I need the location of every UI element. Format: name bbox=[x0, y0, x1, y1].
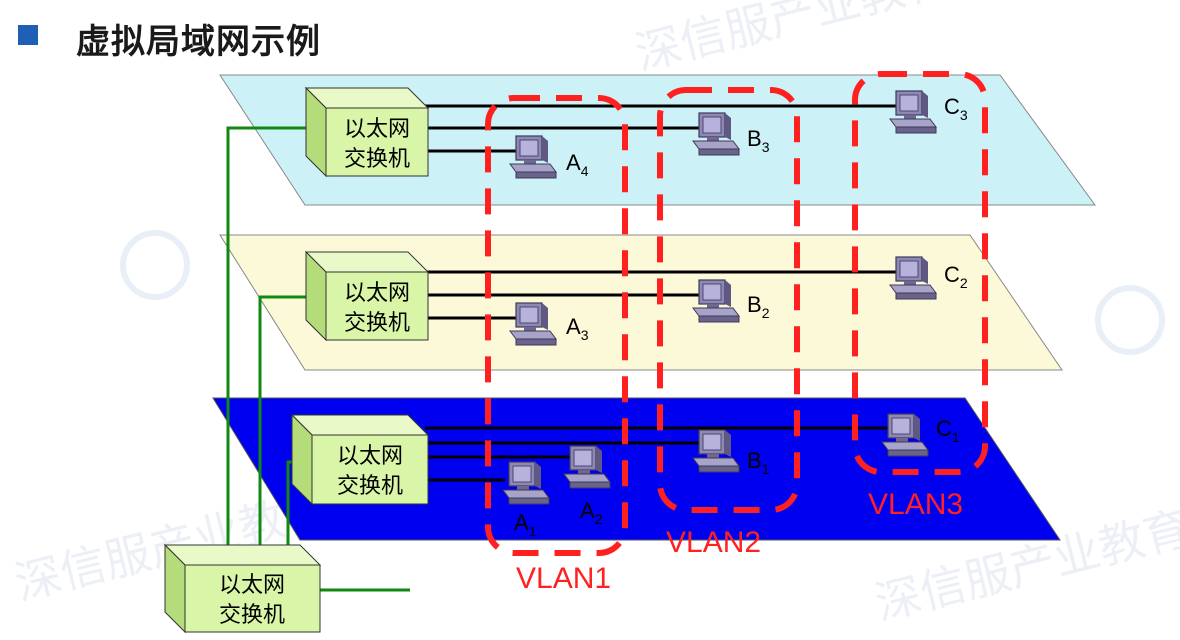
vlan3-label: VLAN3 bbox=[868, 488, 963, 521]
switch-bottom-label-2: 交换机 bbox=[337, 474, 403, 499]
switch-top-label-1: 以太网 bbox=[344, 117, 410, 142]
switch-middle-label-2: 交换机 bbox=[344, 311, 410, 336]
switch-bottom: 以太网 交换机 bbox=[290, 413, 430, 506]
vlan-diagram: 深信服产业教育中心 深信服产业教育中心 深信服产业教育中心 以太网 交换机 以太… bbox=[10, 0, 1180, 634]
switch-middle-label-1: 以太网 bbox=[344, 281, 410, 306]
switch-top-label-2: 交换机 bbox=[344, 147, 410, 172]
switch-core-label-2: 交换机 bbox=[219, 603, 285, 628]
switch-top: 以太网 交换机 bbox=[304, 86, 430, 178]
switch-core: 以太网 交换机 bbox=[163, 543, 322, 634]
switch-core-label-1: 以太网 bbox=[219, 573, 285, 598]
switch-bottom-label-1: 以太网 bbox=[337, 444, 403, 469]
switch-middle: 以太网 交换机 bbox=[304, 250, 430, 342]
vlan1-label: VLAN1 bbox=[516, 562, 611, 595]
svg-text:深信服产业教育中心: 深信服产业教育中心 bbox=[630, 0, 1045, 81]
vlan2-label: VLAN2 bbox=[666, 526, 761, 559]
